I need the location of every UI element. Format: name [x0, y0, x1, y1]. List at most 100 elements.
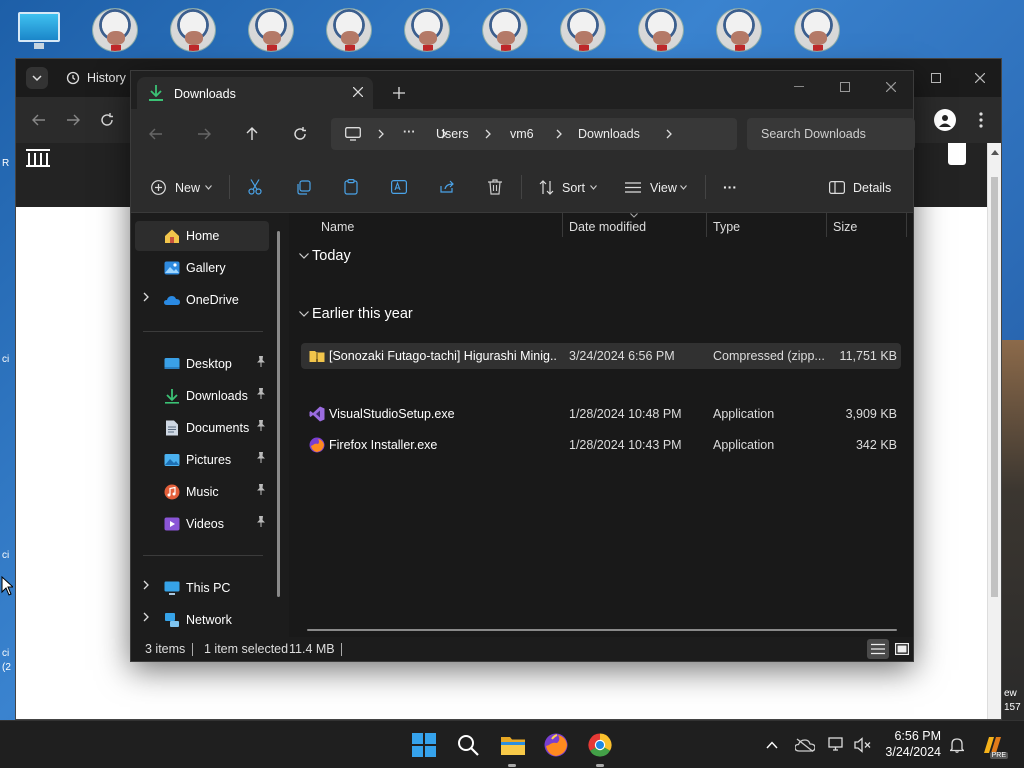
- breadcrumb-overflow[interactable]: ···: [403, 125, 416, 139]
- reload-button[interactable]: [96, 109, 118, 131]
- tab-list-button[interactable]: [26, 67, 48, 89]
- pin-icon[interactable]: [256, 388, 266, 402]
- notifications-button[interactable]: [946, 735, 968, 755]
- group-header[interactable]: Earlier this year: [312, 306, 413, 322]
- desktop-shortcut-icon[interactable]: [326, 8, 372, 52]
- delete-button[interactable]: [483, 173, 507, 201]
- network-tray-button[interactable]: [826, 735, 848, 755]
- sidebar-item-downloads[interactable]: Downloads: [135, 381, 269, 411]
- view-button[interactable]: View: [619, 173, 689, 201]
- minimize-button[interactable]: [787, 77, 811, 97]
- firefox-taskbar-button[interactable]: [542, 731, 570, 759]
- pin-icon[interactable]: [256, 420, 266, 434]
- desktop-shortcut-icon[interactable]: [482, 8, 528, 52]
- chevron-right-icon[interactable]: [143, 579, 149, 593]
- desktop-shortcut-icon[interactable]: [248, 8, 294, 52]
- sidebar-item-music[interactable]: Music: [135, 477, 269, 507]
- history-button[interactable]: History: [87, 71, 126, 85]
- tiles-view-button[interactable]: [891, 639, 913, 659]
- share-button[interactable]: [435, 173, 459, 201]
- cut-button[interactable]: [243, 173, 267, 201]
- profile-button[interactable]: [934, 109, 956, 131]
- desktop-shortcut-icon[interactable]: [404, 8, 450, 52]
- search-input[interactable]: Search Downloads: [747, 118, 915, 150]
- browser-menu-button[interactable]: [972, 109, 990, 131]
- sidebar-item-home[interactable]: Home: [135, 221, 269, 251]
- show-hidden-icons-button[interactable]: [762, 735, 782, 755]
- up-button[interactable]: [241, 123, 263, 145]
- scrollbar-thumb[interactable]: [991, 177, 998, 597]
- group-header[interactable]: Today: [312, 248, 351, 264]
- forward-button[interactable]: [62, 109, 84, 131]
- search-field-edge[interactable]: [948, 143, 966, 165]
- onedrive-tray-button[interactable]: [794, 735, 816, 755]
- column-header-name[interactable]: Name: [321, 220, 354, 234]
- maximize-button[interactable]: [924, 67, 948, 89]
- collapse-chevron-icon[interactable]: [299, 311, 309, 317]
- breadcrumb-vm6[interactable]: vm6: [510, 127, 534, 141]
- collapse-chevron-icon[interactable]: [299, 253, 309, 259]
- chevron-right-icon[interactable]: [143, 611, 149, 625]
- column-divider[interactable]: [906, 213, 907, 237]
- volume-tray-button[interactable]: [852, 735, 874, 755]
- details-pane-button[interactable]: Details: [823, 173, 891, 201]
- back-button[interactable]: [28, 109, 50, 131]
- sidebar-item-network[interactable]: Network: [135, 605, 269, 635]
- close-window-button[interactable]: [879, 77, 903, 97]
- sort-button[interactable]: Sort: [533, 173, 599, 201]
- new-tab-button[interactable]: [389, 83, 409, 103]
- pin-icon[interactable]: [256, 516, 266, 530]
- pin-icon[interactable]: [256, 452, 266, 466]
- address-bar[interactable]: ··· Users vm6 Downloads: [331, 118, 737, 150]
- this-pc-desktop-icon[interactable]: [18, 12, 60, 49]
- page-scrollbar[interactable]: [987, 143, 1001, 719]
- new-button[interactable]: New: [145, 173, 215, 201]
- sidebar-item-videos[interactable]: Videos: [135, 509, 269, 539]
- desktop-shortcut-icon[interactable]: [92, 8, 138, 52]
- more-options-button[interactable]: ···: [717, 173, 743, 201]
- sidebar-scrollbar-thumb[interactable]: [277, 231, 280, 597]
- file-explorer-taskbar-button[interactable]: [498, 731, 528, 759]
- chrome-taskbar-button[interactable]: [586, 731, 614, 759]
- close-tab-button[interactable]: [349, 83, 367, 101]
- clock-button[interactable]: 6:56 PM 3/24/2024: [880, 727, 946, 763]
- horizontal-scrollbar[interactable]: [307, 629, 897, 631]
- chevron-right-icon[interactable]: [143, 291, 149, 305]
- pin-icon[interactable]: [256, 356, 266, 370]
- start-button[interactable]: [410, 731, 438, 759]
- copy-button[interactable]: [291, 173, 315, 201]
- tab-downloads[interactable]: Downloads: [137, 77, 373, 109]
- copilot-button[interactable]: PRE: [978, 731, 1008, 759]
- column-divider[interactable]: [706, 213, 707, 237]
- desktop-shortcut-icon[interactable]: [638, 8, 684, 52]
- desktop-shortcut-icon[interactable]: [716, 8, 762, 52]
- breadcrumb-downloads[interactable]: Downloads: [578, 127, 640, 141]
- column-divider[interactable]: [562, 213, 563, 237]
- breadcrumb-users[interactable]: Users: [436, 127, 469, 141]
- sidebar-item-onedrive[interactable]: OneDrive: [135, 285, 269, 315]
- column-header-date[interactable]: Date modified: [569, 220, 646, 234]
- rename-button[interactable]: [387, 173, 411, 201]
- sidebar-item-this-pc[interactable]: This PC: [135, 573, 269, 603]
- sidebar-item-documents[interactable]: Documents: [135, 413, 269, 443]
- back-button[interactable]: [145, 123, 167, 145]
- pin-icon[interactable]: [256, 484, 266, 498]
- refresh-button[interactable]: [289, 123, 311, 145]
- column-header-type[interactable]: Type: [713, 220, 740, 234]
- search-taskbar-button[interactable]: [454, 731, 482, 759]
- forward-button[interactable]: [193, 123, 215, 145]
- file-row-visualstudio[interactable]: VisualStudioSetup.exe 1/28/2024 10:48 PM…: [301, 401, 901, 427]
- sidebar-item-desktop[interactable]: Desktop: [135, 349, 269, 379]
- maximize-button[interactable]: [833, 77, 857, 97]
- file-row-zip[interactable]: [Sonozaki Futago-tachi] Higurashi Minig.…: [301, 343, 901, 369]
- paste-button[interactable]: [339, 173, 363, 201]
- file-row-firefox[interactable]: Firefox Installer.exe 1/28/2024 10:43 PM…: [301, 432, 901, 458]
- sidebar-item-pictures[interactable]: Pictures: [135, 445, 269, 475]
- desktop-shortcut-icon[interactable]: [794, 8, 840, 52]
- details-view-button[interactable]: [867, 639, 889, 659]
- desktop-shortcut-icon[interactable]: [560, 8, 606, 52]
- column-divider[interactable]: [826, 213, 827, 237]
- sidebar-item-gallery[interactable]: Gallery: [135, 253, 269, 283]
- column-header-size[interactable]: Size: [833, 220, 857, 234]
- desktop-shortcut-icon[interactable]: [170, 8, 216, 52]
